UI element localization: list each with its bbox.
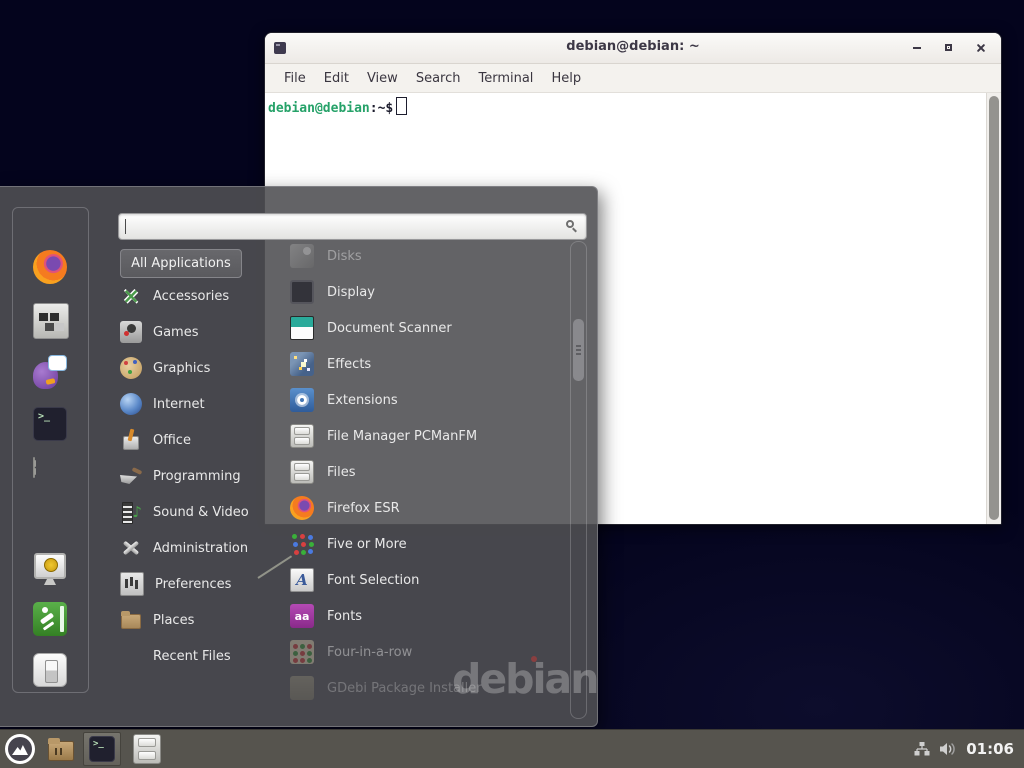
category-graphics[interactable]: Graphics [120,350,280,386]
lock-screen-icon[interactable] [33,552,67,586]
document-scanner-icon [290,316,314,340]
debian-logo-dot [531,656,537,662]
graphics-icon [120,357,142,379]
app-file-manager-pcmanfm[interactable]: File Manager PCManFM [290,418,565,454]
terminal-menubar: File Edit View Search Terminal Help [265,64,1001,93]
disks-icon [290,244,314,268]
application-menu: >_ All Applications ×Accessories Games G… [0,186,598,727]
firefox-icon [290,496,314,520]
terminal-titlebar[interactable]: debian@debian: ~ [265,33,1001,64]
app-extensions[interactable]: Extensions [290,382,565,418]
favorites-sidebar: >_ [12,207,89,693]
font-selection-icon: A [290,568,314,592]
category-all-applications[interactable]: All Applications [120,249,242,278]
app-files[interactable]: Files [290,454,565,490]
terminal-cursor [396,97,407,115]
terminal-icon: >_ [89,736,115,762]
menu-scrollbar-thumb[interactable] [573,319,584,381]
application-list: Disks Display Document Scanner Effects E… [290,238,565,706]
system-tray: 01:06 [914,740,1024,758]
clock[interactable]: 01:06 [966,740,1014,758]
pidgin-icon[interactable] [33,355,67,389]
fonts-icon: aa [290,604,314,628]
category-programming[interactable]: Programming [120,458,280,494]
file-manager-icon[interactable] [33,457,35,478]
menu-scrollbar[interactable] [570,241,587,719]
category-games[interactable]: Games [120,314,280,350]
category-office[interactable]: Office [120,422,280,458]
places-icon [120,609,142,631]
effects-icon [290,352,314,376]
wallpaper-debian-watermark: debian [452,655,597,703]
app-effects[interactable]: Effects [290,346,565,382]
app-display[interactable]: Display [290,274,565,310]
firefox-icon[interactable] [33,250,67,284]
maximize-icon[interactable] [936,37,961,58]
terminal-scrollbar-thumb[interactable] [989,96,999,520]
category-internet[interactable]: Internet [120,386,280,422]
app-fonts[interactable]: aaFonts [290,598,565,634]
prompt-path: :~$ [370,101,393,116]
package-manager-icon[interactable] [33,303,69,339]
app-document-scanner[interactable]: Document Scanner [290,310,565,346]
app-firefox-esr[interactable]: Firefox ESR [290,490,565,526]
folder-icon [55,748,62,755]
window-controls [904,37,993,58]
menu-item-terminal[interactable]: Terminal [469,68,542,89]
display-icon [290,280,314,304]
games-icon [120,321,142,343]
search-icon [565,219,579,233]
log-out-icon[interactable] [33,602,67,636]
app-font-selection[interactable]: AFont Selection [290,562,565,598]
internet-icon [120,393,142,415]
menu-item-help[interactable]: Help [542,68,590,89]
accessories-icon: × [120,285,142,307]
minimize-icon[interactable] [904,37,929,58]
search-input[interactable] [125,215,560,238]
app-disks[interactable]: Disks [290,238,565,274]
category-accessories[interactable]: ×Accessories [120,278,280,314]
text-caret [125,219,126,234]
menu-item-edit[interactable]: Edit [315,68,358,89]
category-administration[interactable]: Administration [120,530,280,566]
search-box[interactable] [118,213,587,240]
shut-down-icon[interactable] [33,653,67,687]
category-preferences[interactable]: Preferences [120,566,280,602]
gdebi-icon [290,676,314,700]
sound-video-icon: ♪ [120,501,142,523]
terminal-glyph: >_ [38,411,50,422]
volume-icon[interactable] [939,742,957,756]
extensions-icon [290,388,314,412]
programming-icon [120,465,142,487]
terminal-scrollbar[interactable] [986,93,1001,525]
category-recent-files[interactable]: Recent Files [120,638,280,674]
preferences-icon [120,572,144,596]
menu-button[interactable] [5,734,35,764]
taskbar-files-launcher[interactable] [133,734,161,764]
category-places[interactable]: Places [120,602,280,638]
category-sound-video[interactable]: ♪Sound & Video [120,494,280,530]
menu-item-view[interactable]: View [358,68,407,89]
prompt-user-host: debian@debian [268,101,370,116]
taskbar-file-manager-launcher[interactable] [47,735,75,763]
close-icon[interactable] [968,37,993,58]
network-icon[interactable] [914,742,930,756]
terminal-title: debian@debian: ~ [265,39,1001,54]
taskbar-terminal-window-button[interactable]: >_ [83,732,121,766]
five-or-more-icon [290,532,314,556]
office-icon [120,429,142,451]
app-five-or-more[interactable]: Five or More [290,526,565,562]
files-icon [290,460,314,484]
terminal-prompt: debian@debian:~$ [268,97,407,116]
category-list: ×Accessories Games Graphics Internet Off… [120,278,280,674]
four-in-a-row-icon [290,640,314,664]
menu-item-file[interactable]: File [275,68,315,89]
taskbar: >_ 01:06 [0,729,1024,768]
menu-item-search[interactable]: Search [407,68,470,89]
administration-icon [120,537,142,559]
desktop: debian@debian: ~ File Edit View Search T… [0,0,1024,768]
file-manager-icon [290,424,314,448]
terminal-icon[interactable]: >_ [33,407,67,441]
